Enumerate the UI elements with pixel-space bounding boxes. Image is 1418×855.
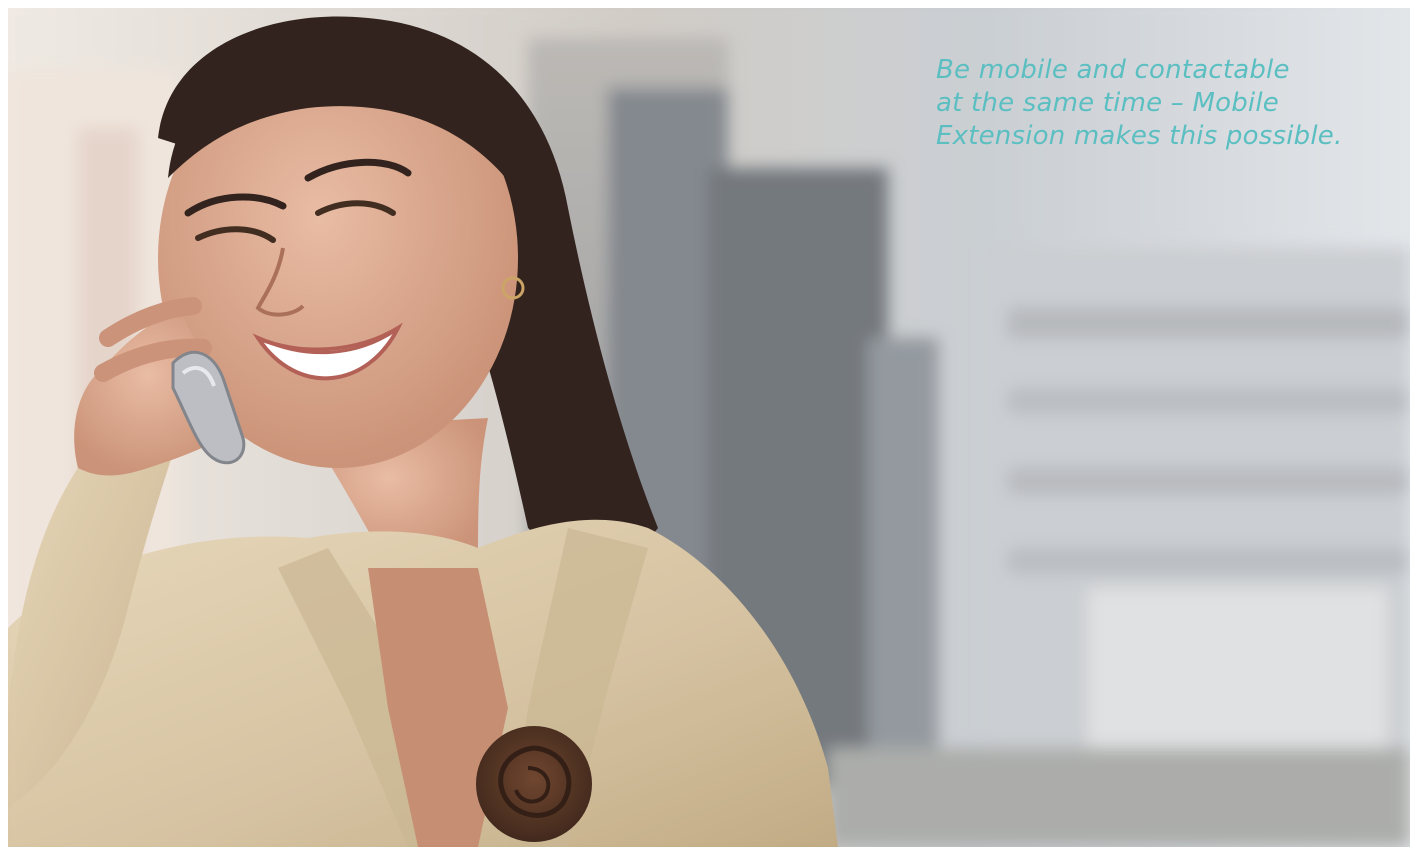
caption-line-3: Extension makes this possible. [936, 121, 1343, 151]
photo-frame: Be mobile and contactable at the same ti… [8, 8, 1410, 847]
caption-line-2: at the same time – Mobile [936, 88, 1279, 118]
caption-line-1: Be mobile and contactable [936, 55, 1290, 85]
promo-caption: Be mobile and contactable at the same ti… [936, 54, 1406, 153]
